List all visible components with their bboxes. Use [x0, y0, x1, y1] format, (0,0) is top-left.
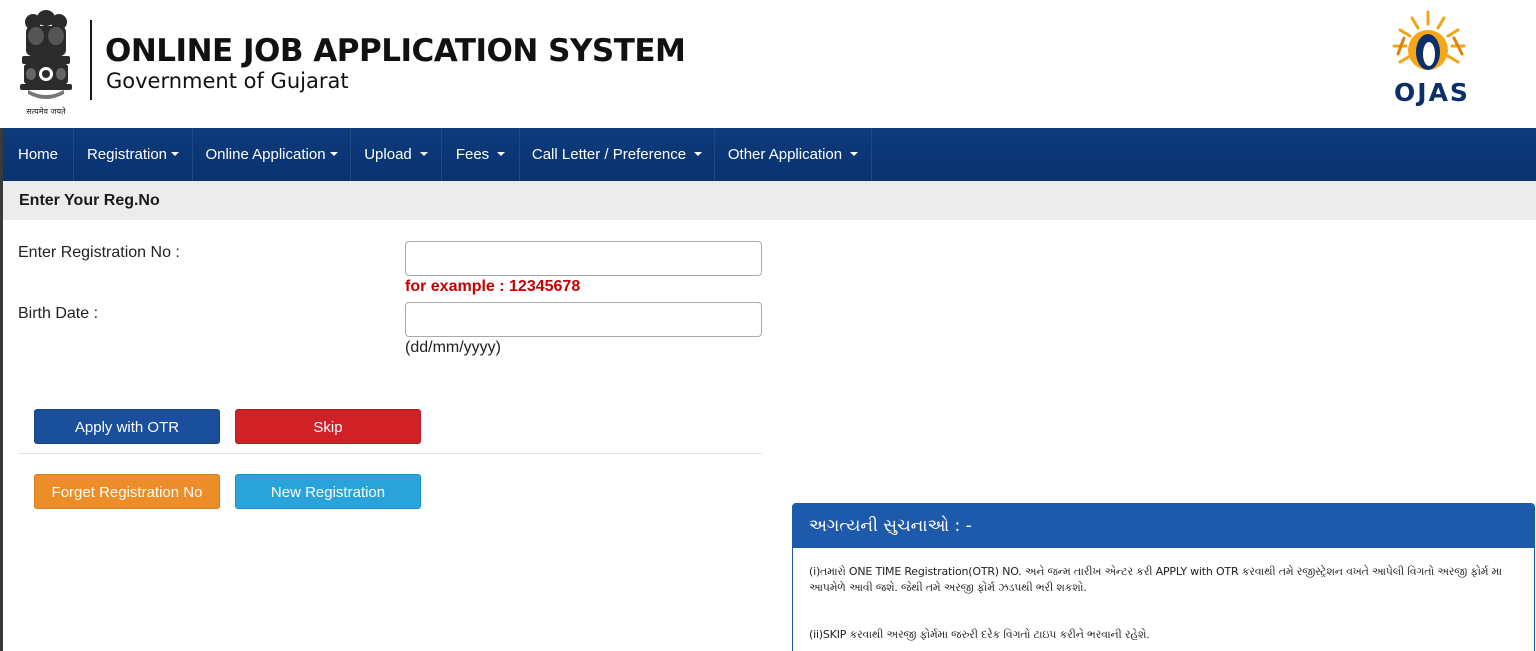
caret-down-icon [329, 152, 338, 157]
forget-registration-button[interactable]: Forget Registration No [34, 474, 220, 509]
caret-down-icon [171, 152, 180, 157]
instruction-item: (i)તમારો ONE TIME Registration(OTR) NO. … [809, 565, 1502, 594]
nav-online-application-label: Online Application [205, 146, 326, 163]
state-emblem-icon: सत्यमेव जयते [14, 8, 78, 118]
registration-no-hint: for example : 12345678 [405, 278, 581, 295]
nav-other-application-label: Other Application [727, 146, 843, 163]
new-registration-button[interactable]: New Registration [235, 474, 421, 509]
emblem-caption: सत्यमेव जयते [26, 107, 66, 116]
site-title: ONLINE JOB APPLICATION SYSTEM [105, 33, 686, 69]
skip-button[interactable]: Skip [235, 409, 421, 444]
nav-registration-label: Registration [86, 146, 168, 163]
site-subtitle: Government of Gujarat [106, 69, 349, 93]
caret-down-icon [694, 152, 703, 157]
nav-call-letter-preference[interactable]: Call Letter / Preference [520, 128, 715, 181]
birth-date-format-hint: (dd/mm/yyyy) [405, 339, 501, 356]
nav-fees-label: Fees [455, 146, 490, 163]
nav-call-letter-label: Call Letter / Preference [531, 146, 687, 163]
section-title: Enter Your Reg.No [19, 192, 160, 209]
registration-no-label: Enter Registration No : [18, 244, 180, 261]
important-instructions-panel: અગત્યની સુચનાઓ : - (i)તમારો ONE TIME Reg… [792, 503, 1535, 651]
nav-fees[interactable]: Fees [442, 128, 520, 181]
header-divider [90, 20, 92, 100]
birth-date-input[interactable] [405, 302, 762, 337]
nav-home-label: Home [17, 146, 58, 163]
instructions-title: અગત્યની સુચનાઓ : - [793, 504, 1534, 548]
caret-down-icon [850, 152, 859, 157]
section-header: Enter Your Reg.No [3, 181, 1536, 220]
registration-no-input[interactable] [405, 241, 762, 276]
ojas-sun-icon [1392, 10, 1466, 70]
caret-down-icon [497, 152, 506, 157]
caret-down-icon [419, 152, 428, 157]
nav-other-application[interactable]: Other Application [715, 128, 872, 181]
nav-registration[interactable]: Registration [74, 128, 193, 181]
apply-with-otr-button[interactable]: Apply with OTR [34, 409, 220, 444]
form-divider [18, 453, 762, 454]
nav-home[interactable]: Home [3, 128, 74, 181]
ojas-logo-text: OJAS [1394, 78, 1470, 107]
nav-upload-label: Upload [364, 146, 412, 163]
site-header: सत्यमेव जयते ONLINE JOB APPLICATION SYST… [0, 0, 1536, 128]
instruction-item: (ii)SKIP કરવાથી અરજી ફોર્મમા જરુરી દરેક … [809, 628, 1150, 641]
nav-online-application[interactable]: Online Application [193, 128, 351, 181]
main-nav: Home Registration Online Application Upl… [3, 128, 1536, 181]
birth-date-label: Birth Date : [18, 305, 99, 322]
ojas-logo[interactable]: OJAS [1384, 8, 1480, 114]
nav-upload[interactable]: Upload [351, 128, 442, 181]
